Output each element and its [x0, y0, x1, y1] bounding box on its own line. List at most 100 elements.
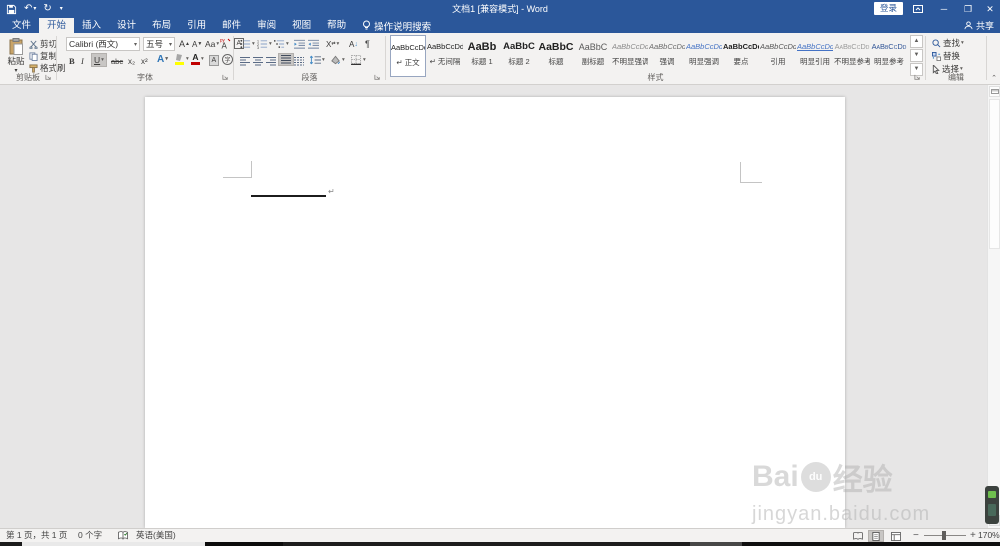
tab-layout[interactable]: 布局: [144, 18, 179, 33]
replace-button[interactable]: 替换: [932, 50, 960, 62]
tab-insert[interactable]: 插入: [74, 18, 109, 33]
style-quote[interactable]: AaBbCcDd 引用: [760, 35, 796, 77]
distribute-icon[interactable]: [294, 55, 304, 67]
bullets-icon[interactable]: ▾: [240, 38, 255, 50]
document-canvas[interactable]: ↵ Bai du 经验 jingyan.baidu.com: [0, 85, 1000, 528]
font-name-combo[interactable]: Calibri (西文) ▾: [66, 37, 140, 51]
title-bar: ↶ ▾ ↻ ▾ 文档1 [兼容模式] - Word 登录 ─ ❐ ✕: [0, 0, 1000, 18]
style-title[interactable]: AaBbC 标题: [538, 35, 574, 77]
justify-icon[interactable]: [278, 53, 294, 66]
style-intense-reference[interactable]: AaBbCcDd 明显参考: [871, 35, 907, 77]
style-strong[interactable]: AaBbCcDd 要点: [723, 35, 759, 77]
ribbon-display-options-icon[interactable]: [906, 0, 930, 18]
numbering-icon[interactable]: 1 2 3 ▾: [257, 38, 272, 50]
style-heading-2[interactable]: AaBbC 标题 2: [501, 35, 537, 77]
style-intense-quote[interactable]: AaBbCcDd 明显引用: [797, 35, 833, 77]
styles-scroll-down-icon[interactable]: ▼: [910, 49, 923, 62]
style-emphasis[interactable]: AaBbCcDd 强调: [649, 35, 685, 77]
phonetic-guide-icon[interactable]: py A: [220, 37, 231, 49]
strikethrough-button[interactable]: abc: [111, 55, 123, 67]
align-right-icon[interactable]: [266, 55, 276, 67]
share-button[interactable]: 共享: [964, 18, 994, 33]
font-dialog-launcher-icon[interactable]: [222, 74, 230, 82]
zoom-out-icon[interactable]: −: [913, 529, 919, 542]
cut-button[interactable]: 剪切: [29, 38, 57, 50]
typed-underline-text[interactable]: [251, 195, 326, 197]
style-normal[interactable]: AaBbCcDd ↵ 正文: [390, 35, 426, 77]
text-effects-icon[interactable]: A ▾: [157, 53, 168, 65]
tab-file[interactable]: 文件: [4, 18, 39, 33]
tab-references[interactable]: 引用: [179, 18, 214, 33]
grow-font-button[interactable]: A ▲: [179, 38, 190, 50]
web-layout-icon[interactable]: [888, 530, 904, 542]
styles-scroll-up-icon[interactable]: ▲: [910, 35, 923, 48]
font-size-combo[interactable]: 五号 ▾: [143, 37, 175, 51]
lightbulb-icon: [362, 20, 371, 31]
multilevel-list-icon[interactable]: ▾: [274, 38, 289, 50]
underline-button[interactable]: U ▾: [91, 53, 107, 67]
vertical-scrollbar[interactable]: ▼: [987, 85, 1000, 528]
copy-button[interactable]: 复制: [29, 50, 57, 62]
decrease-indent-icon[interactable]: [294, 38, 305, 50]
font-color-icon[interactable]: A ▾: [191, 53, 204, 65]
chevron-down-icon: ▾: [133, 41, 137, 48]
style-no-spacing[interactable]: AaBbCcDd ↵ 无间隔: [427, 35, 463, 77]
restore-button[interactable]: ❐: [956, 0, 980, 18]
italic-button[interactable]: I: [81, 55, 84, 67]
read-mode-icon[interactable]: [850, 530, 866, 542]
shrink-font-button[interactable]: A ▼: [192, 38, 202, 50]
minimize-button[interactable]: ─: [932, 0, 956, 18]
tab-help[interactable]: 帮助: [319, 18, 354, 33]
zoom-slider-thumb[interactable]: [942, 531, 946, 540]
style-subtle-emphasis[interactable]: AaBbCcDd 不明显强调: [612, 35, 648, 77]
page-info[interactable]: 第 1 页，共 1 页: [6, 529, 67, 542]
sign-in-button[interactable]: 登录: [874, 2, 904, 15]
tab-mailings[interactable]: 邮件: [214, 18, 249, 33]
language-status[interactable]: 英语(美国): [136, 529, 176, 542]
asian-layout-icon[interactable]: X ⇄ ▾: [326, 38, 339, 50]
character-shading-icon[interactable]: A: [209, 54, 219, 66]
print-layout-icon[interactable]: [868, 530, 884, 542]
style-heading-1[interactable]: AaBb 标题 1: [464, 35, 500, 77]
word-count[interactable]: 0 个字: [78, 529, 102, 542]
line-spacing-icon[interactable]: ▾: [310, 54, 325, 66]
styles-group-label: 样式: [647, 73, 664, 82]
subscript-button[interactable]: x₂: [128, 55, 135, 67]
increase-indent-icon[interactable]: [308, 38, 319, 50]
find-button[interactable]: 查找 ▾: [932, 37, 964, 49]
show-hide-marks-icon[interactable]: ¶: [365, 38, 370, 50]
align-left-icon[interactable]: [240, 55, 250, 67]
collapse-ribbon-icon[interactable]: ⌃: [991, 74, 997, 82]
change-case-button[interactable]: Aa ▾: [205, 38, 219, 50]
scrollbar-thumb[interactable]: [989, 99, 1000, 249]
zoom-in-icon[interactable]: +: [970, 529, 976, 542]
shading-icon[interactable]: ▾: [330, 54, 345, 66]
clipboard-dialog-launcher-icon[interactable]: [45, 74, 53, 82]
sort-icon[interactable]: A ↓: [349, 38, 358, 50]
close-button[interactable]: ✕: [980, 0, 1000, 18]
status-bar: 第 1 页，共 1 页 0 个字 英语(美国) − + 170%: [0, 528, 1000, 542]
align-center-icon[interactable]: [253, 55, 263, 67]
style-subtitle[interactable]: AaBbC 副标题: [575, 35, 611, 77]
tab-design[interactable]: 设计: [109, 18, 144, 33]
superscript-button[interactable]: x²: [141, 55, 148, 67]
tell-me-search[interactable]: 操作说明搜索: [354, 18, 439, 33]
tab-view[interactable]: 视图: [284, 18, 319, 33]
style-intense-emphasis[interactable]: AaBbCcDd 明显强调: [686, 35, 722, 77]
borders-icon[interactable]: ▾: [351, 54, 366, 66]
styles-dialog-launcher-icon[interactable]: [914, 74, 922, 82]
enclose-characters-icon[interactable]: 字: [222, 53, 233, 65]
paragraph-dialog-launcher-icon[interactable]: [374, 74, 382, 82]
ruler-toggle-icon[interactable]: [989, 86, 1000, 97]
taskbar-sliver: [0, 542, 1000, 546]
tab-home[interactable]: 开始: [39, 18, 75, 33]
window-title: 文档1 [兼容模式] - Word: [452, 4, 548, 14]
text-highlight-icon[interactable]: ▾: [174, 53, 189, 65]
tab-review[interactable]: 审阅: [249, 18, 284, 33]
style-subtle-reference[interactable]: AaBbCcDd 不明显参考: [834, 35, 870, 77]
floating-widget[interactable]: [985, 486, 999, 524]
share-label: 共享: [975, 21, 994, 31]
proofing-status-icon[interactable]: [118, 531, 128, 540]
bold-button[interactable]: B: [69, 55, 75, 67]
zoom-level[interactable]: 170%: [978, 529, 1000, 542]
